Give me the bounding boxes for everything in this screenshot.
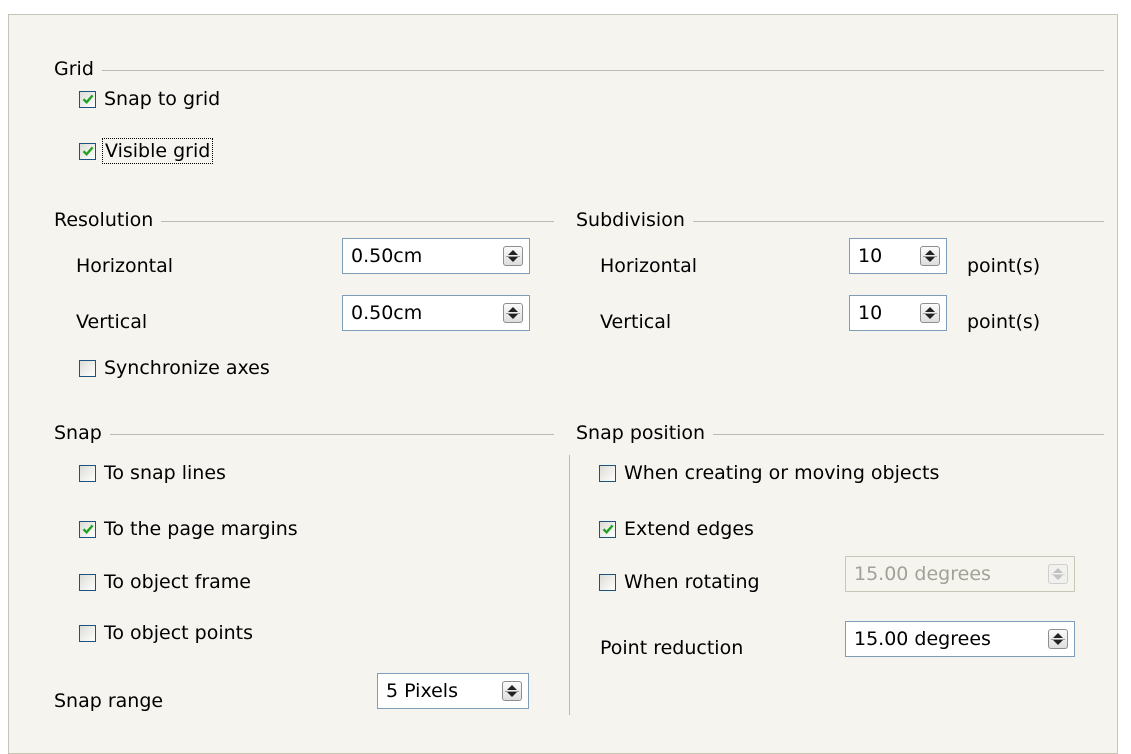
visible-grid-checkbox[interactable]: Visible grid [79,138,214,164]
to-page-margins-checkbox[interactable]: To the page margins [79,518,298,540]
point-reduction-field[interactable]: 15.00 degrees [845,621,1075,657]
resolution-horizontal-label: Horizontal [76,255,174,277]
snap-position-section-header: Snap position [576,422,1104,444]
snap-range-field[interactable]: 5 Pixels [377,673,529,709]
to-object-frame-label[interactable]: To object frame [104,571,251,593]
when-rotating-label[interactable]: When rotating [624,571,760,593]
when-rotating-box[interactable] [599,573,616,591]
when-creating-checkbox[interactable]: When creating or moving objects [599,462,939,484]
resolution-horizontal-value[interactable]: 0.50cm [351,245,422,267]
subdivision-section-rule [692,220,1104,222]
point-reduction-value[interactable]: 15.00 degrees [854,628,991,650]
spin-down-icon[interactable] [925,257,935,262]
snap-range-label: Snap range [54,690,164,712]
to-object-points-label[interactable]: To object points [104,622,253,644]
spin-up-icon[interactable] [925,250,935,255]
spin-down-icon[interactable] [1053,640,1063,645]
resolution-section-rule [161,220,554,222]
to-page-margins-box[interactable] [79,520,96,538]
subdivision-horizontal-spinner[interactable] [920,246,940,266]
point-reduction-spinner[interactable] [1048,629,1068,649]
visible-grid-label[interactable]: Visible grid [101,138,214,164]
spin-down-icon[interactable] [925,314,935,319]
snap-section-rule [109,433,554,435]
subdivision-horizontal-field[interactable]: 10 [849,238,947,274]
extend-edges-box[interactable] [599,520,616,538]
spin-up-icon[interactable] [508,250,518,255]
grid-section-title: Grid [54,58,94,80]
check-icon [82,524,94,534]
visible-grid-box[interactable] [79,142,96,160]
snap-range-value[interactable]: 5 Pixels [386,680,458,702]
point-reduction-label: Point reduction [600,637,744,659]
synchronize-axes-checkbox[interactable]: Synchronize axes [79,357,270,379]
subdivision-section-header: Subdivision [576,209,1104,231]
synchronize-axes-box[interactable] [79,359,96,377]
when-creating-box[interactable] [599,464,616,482]
spin-down-icon[interactable] [508,314,518,319]
spin-up-icon[interactable] [925,307,935,312]
snap-section-header: Snap [54,422,554,444]
spin-up-icon [1053,568,1063,573]
spin-up-icon[interactable] [508,307,518,312]
snap-position-section-rule [713,433,1104,435]
snap-to-grid-box[interactable] [79,90,96,108]
extend-edges-label[interactable]: Extend edges [624,518,754,540]
subdivision-section-title: Subdivision [576,209,685,231]
resolution-horizontal-spinner[interactable] [503,246,523,266]
resolution-vertical-label: Vertical [76,311,148,333]
to-snap-lines-label[interactable]: To snap lines [104,462,226,484]
to-snap-lines-checkbox[interactable]: To snap lines [79,462,226,484]
grid-options-panel: Grid Snap to grid Visible grid Resolutio… [8,14,1118,754]
snap-range-spinner[interactable] [502,681,522,701]
subdivision-vertical-label: Vertical [600,311,672,333]
extend-edges-checkbox[interactable]: Extend edges [599,518,754,540]
to-object-frame-checkbox[interactable]: To object frame [79,571,251,593]
when-rotating-checkbox[interactable]: When rotating [599,571,760,593]
subdivision-vertical-field[interactable]: 10 [849,295,947,331]
synchronize-axes-label[interactable]: Synchronize axes [104,357,270,379]
to-snap-lines-box[interactable] [79,464,96,482]
rotating-angle-value: 15.00 degrees [854,563,991,585]
to-page-margins-label[interactable]: To the page margins [104,518,298,540]
resolution-vertical-spinner[interactable] [503,303,523,323]
subdivision-vertical-spinner[interactable] [920,303,940,323]
snap-to-grid-label[interactable]: Snap to grid [104,88,220,110]
resolution-section-title: Resolution [54,209,154,231]
rotating-angle-spinner [1048,564,1068,584]
to-object-points-checkbox[interactable]: To object points [79,622,253,644]
check-icon [82,146,94,156]
check-icon [602,524,614,534]
to-object-points-box[interactable] [79,624,96,642]
grid-section-header: Grid [54,58,1104,80]
subdivision-horizontal-value[interactable]: 10 [858,245,882,267]
snap-position-section-title: Snap position [576,422,706,444]
check-icon [82,94,94,104]
spin-down-icon[interactable] [508,257,518,262]
rotating-angle-field: 15.00 degrees [845,556,1075,592]
to-object-frame-box[interactable] [79,573,96,591]
grid-section-rule [101,69,1104,71]
subdivision-vertical-unit: point(s) [967,311,1041,333]
resolution-section-header: Resolution [54,209,554,231]
subdivision-horizontal-unit: point(s) [967,255,1041,277]
spin-up-icon[interactable] [507,685,517,690]
resolution-vertical-value[interactable]: 0.50cm [351,302,422,324]
spin-down-icon[interactable] [507,692,517,697]
subdivision-vertical-value[interactable]: 10 [858,302,882,324]
snap-to-grid-checkbox[interactable]: Snap to grid [79,88,220,110]
subdivision-horizontal-label: Horizontal [600,255,698,277]
spin-up-icon[interactable] [1053,633,1063,638]
snap-section-title: Snap [54,422,102,444]
when-creating-label[interactable]: When creating or moving objects [624,462,939,484]
resolution-horizontal-field[interactable]: 0.50cm [342,238,530,274]
resolution-vertical-field[interactable]: 0.50cm [342,295,530,331]
spin-down-icon [1053,575,1063,580]
snap-column-divider [569,455,570,715]
